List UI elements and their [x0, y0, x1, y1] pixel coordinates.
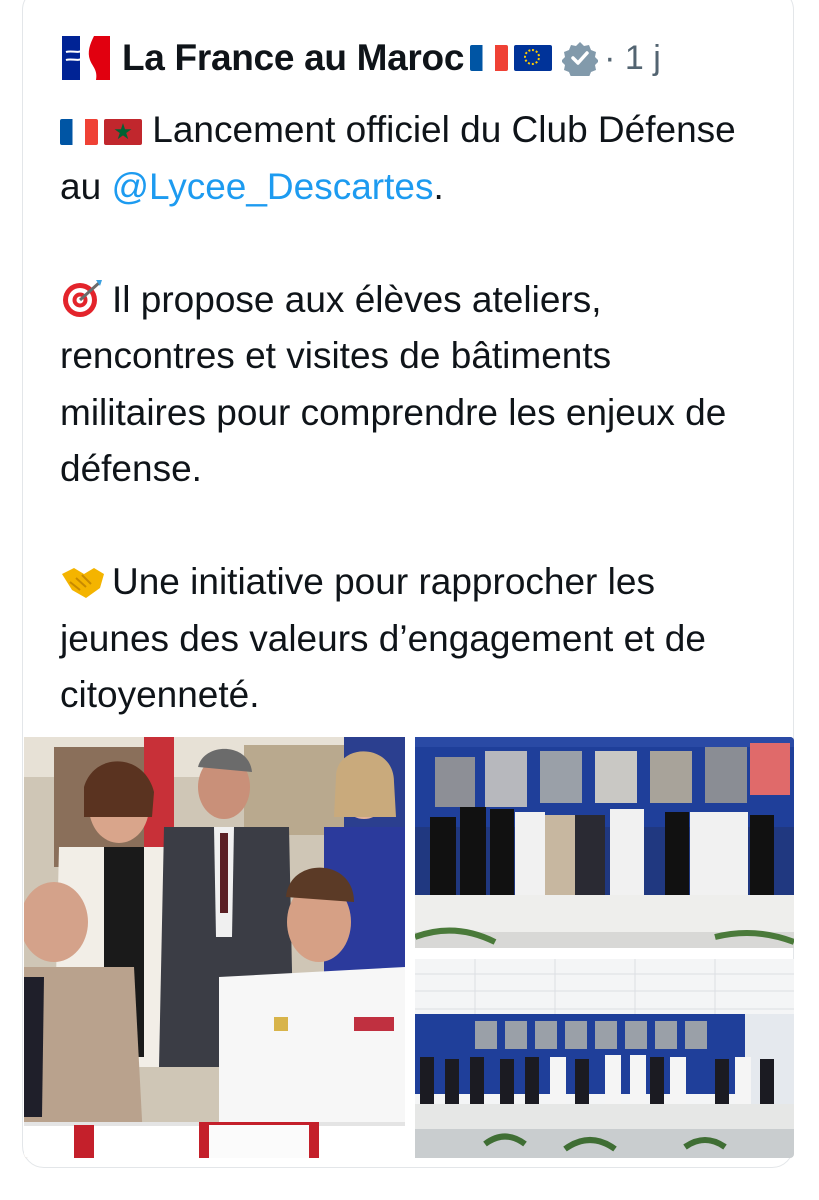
tweet-line1-end: .	[433, 165, 444, 207]
tweet-para2: Il propose aux élèves ateliers, rencontr…	[60, 278, 737, 490]
france-flag-icon	[60, 119, 98, 146]
post-time[interactable]: · 1 j	[604, 39, 661, 78]
tweet-para3: Une initiative pour rapprocher les jeune…	[60, 561, 717, 715]
photo-signing-ceremony[interactable]	[24, 737, 405, 1158]
media-grid[interactable]	[24, 737, 794, 1158]
france-flag-icon	[470, 45, 509, 71]
handshake-icon	[62, 568, 104, 598]
eu-flag-icon	[514, 45, 553, 71]
photo-handshake-room[interactable]	[415, 737, 794, 948]
france-marianne-logo-icon[interactable]	[60, 32, 112, 84]
author-name[interactable]: La France au Maroc	[122, 37, 464, 79]
tweet-header: La France au Maroc · 1 j	[60, 30, 661, 86]
photo-group-room[interactable]	[415, 959, 794, 1158]
target-icon	[63, 279, 102, 317]
verified-badge-icon[interactable]	[562, 40, 599, 76]
mention-link[interactable]: @Lycee_Descartes	[111, 166, 433, 207]
morocco-flag-icon	[104, 119, 142, 146]
tweet-text: Lancement officiel du Club Défense au @L…	[60, 102, 760, 724]
